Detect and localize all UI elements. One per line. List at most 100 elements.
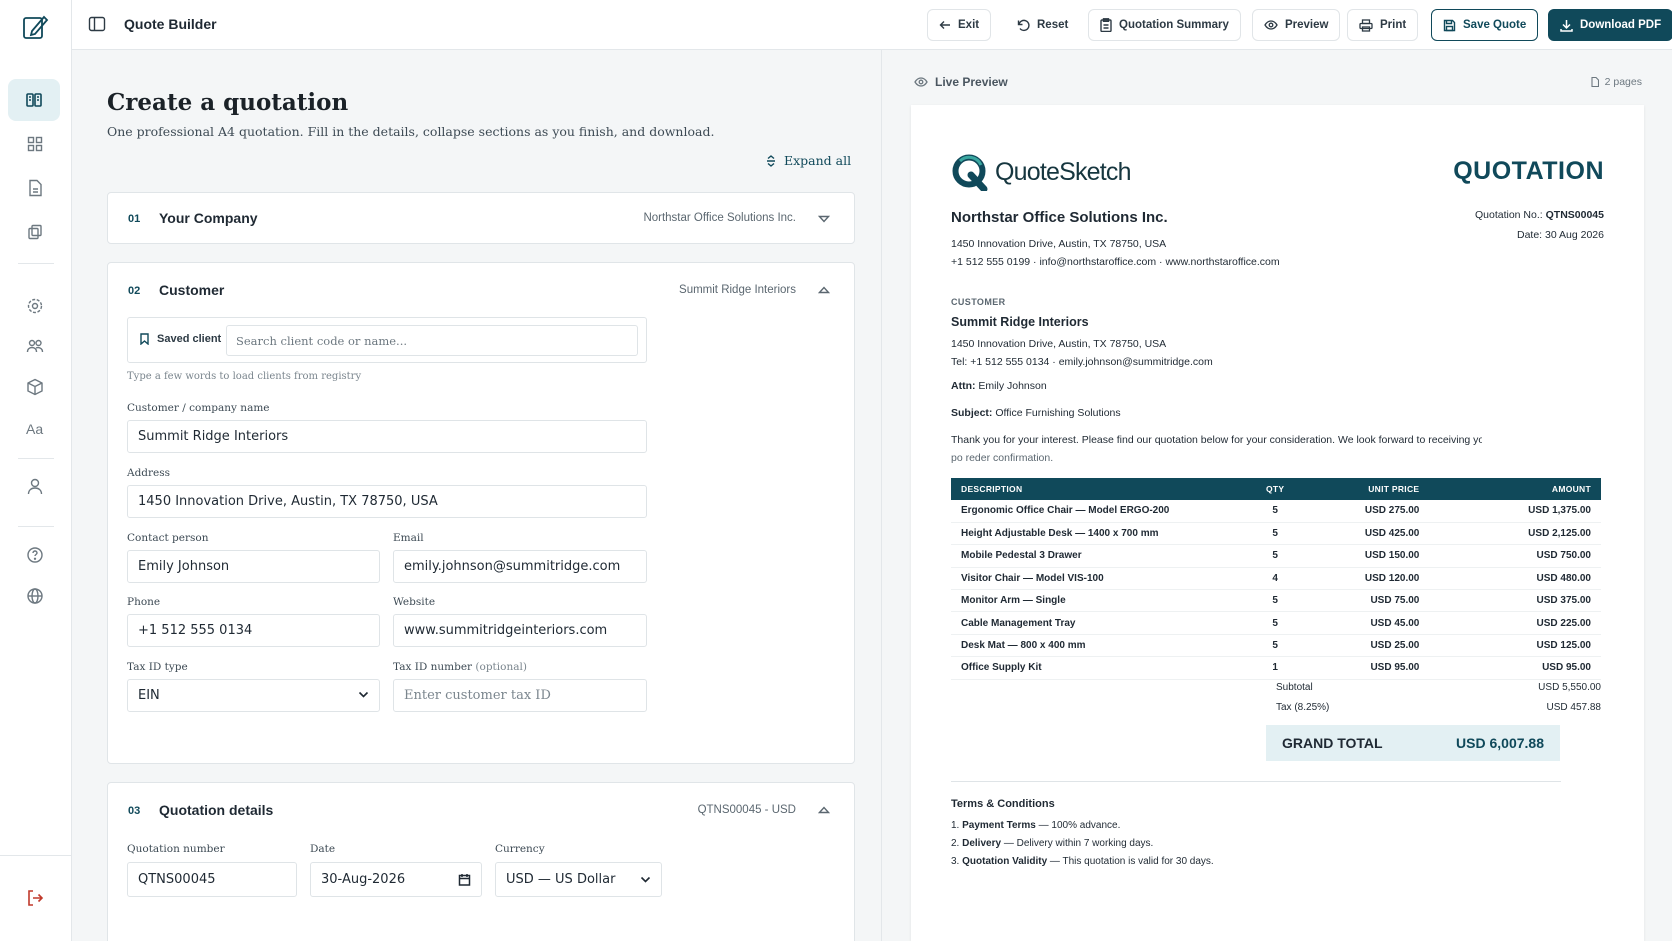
client-search-input[interactable]: Search client code or name...: [226, 325, 638, 356]
currency-select[interactable]: USD — US Dollar: [495, 862, 662, 897]
address-field[interactable]: 1450 Innovation Drive, Austin, TX 78750,…: [127, 485, 647, 518]
copy-icon[interactable]: [22, 219, 48, 245]
logout-icon[interactable]: [22, 885, 48, 911]
top-bar: Quote Builder Exit Reset Quotation Summa…: [72, 0, 1672, 50]
table-header-row: DESCRIPTION QTY UNIT PRICE AMOUNT: [951, 478, 1601, 500]
subject-line: Subject: Office Furnishing Solutions: [951, 407, 1121, 419]
globe-icon[interactable]: [22, 583, 48, 609]
cell-amount: USD 2,125.00: [1429, 522, 1601, 546]
table-row: Cable Management Tray 5 USD 45.00 USD 225.0…: [951, 611, 1601, 635]
section-number: 02: [128, 285, 141, 297]
table-row: Visitor Chair — Model VIS-100 4 USD 120.00…: [951, 567, 1601, 591]
app-logo-icon[interactable]: [20, 12, 50, 42]
eye-icon: [914, 77, 928, 87]
typography-icon[interactable]: Aa: [22, 416, 48, 442]
cell-desc: Mobile Pedestal 3 Drawer: [951, 544, 1256, 568]
cell-unit: USD 425.00: [1294, 522, 1430, 546]
table-row: Monitor Arm — Single 5 USD 75.00 USD 375.00: [951, 589, 1601, 613]
cell-desc: Height Adjustable Desk — 1400 x 700 mm: [951, 522, 1256, 546]
rail-item-builder[interactable]: [8, 79, 60, 121]
print-button[interactable]: Print: [1347, 9, 1419, 41]
users-icon[interactable]: [22, 333, 48, 359]
calendar-icon[interactable]: [458, 873, 471, 886]
intro-text-continued: po reder confirmation.: [951, 452, 1054, 464]
address-label: Address: [127, 467, 171, 479]
attention-line: Attn: Emily Johnson: [951, 380, 1047, 392]
contact-person-field[interactable]: Emily Johnson: [127, 550, 380, 583]
clipboard-icon: [1100, 18, 1112, 32]
exit-button[interactable]: Exit: [927, 9, 992, 41]
column-header: AMOUNT: [1429, 478, 1601, 500]
cell-qty: 1: [1256, 656, 1295, 680]
cell-qty: 4: [1256, 567, 1295, 591]
file-icon: [1591, 77, 1599, 87]
section-your-company[interactable]: 01 Your Company Northstar Office Solutio…: [107, 192, 855, 244]
customer-name: Summit Ridge Interiors: [951, 315, 1089, 329]
download-pdf-button[interactable]: Download PDF: [1548, 9, 1672, 41]
cell-unit: USD 120.00: [1294, 567, 1430, 591]
help-icon[interactable]: [22, 542, 48, 568]
app-title: Quote Builder: [124, 16, 217, 32]
chevron-down-icon: [640, 876, 651, 883]
phone-field[interactable]: +1 512 555 0134: [127, 614, 380, 647]
terms-item: 3. Quotation Validity — This quotation i…: [951, 856, 1214, 867]
cell-unit: USD 75.00: [1294, 589, 1430, 613]
cell-qty: 5: [1256, 611, 1295, 635]
column-header: QTY: [1256, 478, 1295, 500]
settings-icon[interactable]: [22, 293, 48, 319]
cell-desc: Office Supply Kit: [951, 656, 1256, 680]
eye-icon: [1264, 20, 1278, 30]
live-preview-label: Live Preview: [914, 75, 1008, 89]
terms-item: 1. Payment Terms — 100% advance.: [951, 820, 1121, 831]
date-label: Date: [310, 843, 336, 855]
quotation-summary-button[interactable]: Quotation Summary: [1088, 9, 1241, 41]
reset-button[interactable]: Reset: [1005, 9, 1081, 41]
chevron-down-icon[interactable]: [818, 214, 830, 224]
cell-unit: USD 95.00: [1294, 656, 1430, 680]
table-row: Office Supply Kit 1 USD 95.00 USD 95.00: [951, 656, 1601, 680]
sidebar-toggle-icon[interactable]: [88, 15, 106, 33]
customer-name-field[interactable]: Summit Ridge Interiors: [127, 420, 647, 453]
company-address: 1450 Innovation Drive, Austin, TX 78750,…: [951, 238, 1167, 250]
cell-unit: USD 150.00: [1294, 544, 1430, 568]
customer-name-label: Customer / company name: [127, 402, 270, 414]
package-icon[interactable]: [22, 374, 48, 400]
quotation-number-field[interactable]: QTNS00045: [127, 862, 297, 897]
grid-icon[interactable]: [22, 131, 48, 157]
customer-heading: CUSTOMER: [951, 297, 1006, 307]
chevron-up-icon[interactable]: [818, 805, 830, 815]
save-quote-button[interactable]: Save Quote: [1431, 9, 1539, 41]
expand-all-button[interactable]: Expand all: [766, 153, 851, 168]
customer-contact: Tel: +1 512 555 0134 · emily.johnson@sum…: [951, 356, 1213, 368]
cell-amount: USD 750.00: [1429, 544, 1601, 568]
profile-icon[interactable]: [22, 473, 48, 499]
cell-qty: 5: [1256, 634, 1295, 658]
date-field[interactable]: 30-Aug-2026: [310, 862, 482, 897]
tax-type-select[interactable]: EIN: [127, 679, 380, 712]
email-label: Email: [393, 532, 424, 544]
table-row: Desk Mat — 800 x 400 mm 5 USD 25.00 USD 125…: [951, 634, 1601, 658]
cell-desc: Ergonomic Office Chair — Model ERGO-200: [951, 500, 1256, 523]
chevron-up-icon[interactable]: [818, 285, 830, 295]
bookmark-icon: [140, 333, 149, 345]
email-field[interactable]: emily.johnson@summitridge.com: [393, 550, 647, 583]
subtotal-value: USD 5,550.00: [1538, 682, 1601, 693]
preview-button[interactable]: Preview: [1252, 9, 1341, 41]
tax-number-input[interactable]: Enter customer tax ID: [393, 679, 647, 712]
page-count: 2 pages: [1591, 76, 1642, 88]
quotation-date: Date: 30 Aug 2026: [1517, 229, 1604, 241]
document-icon[interactable]: [22, 175, 48, 201]
save-icon: [1443, 19, 1456, 31]
cell-amount: USD 1,375.00: [1429, 500, 1601, 523]
table-row: Height Adjustable Desk — 1400 x 700 mm 5 U…: [951, 522, 1601, 546]
cell-qty: 5: [1256, 522, 1295, 546]
currency-label: Currency: [495, 843, 545, 855]
terms-item: 2. Delivery — Delivery within 7 working …: [951, 838, 1154, 849]
quotesketch-logo-icon: [952, 154, 988, 191]
grand-total-value: USD 6,007.88: [1456, 735, 1544, 751]
page-subtitle: One professional A4 quotation. Fill in t…: [107, 124, 715, 139]
intro-text: Thank you for your interest. Please find…: [951, 434, 1482, 446]
preview-pane: Live Preview 2 pages QuoteSketch QUOTATI…: [881, 50, 1672, 941]
grand-total-box: GRAND TOTAL USD 6,007.88: [1266, 725, 1560, 761]
website-field[interactable]: www.summitridgeinteriors.com: [393, 614, 647, 647]
